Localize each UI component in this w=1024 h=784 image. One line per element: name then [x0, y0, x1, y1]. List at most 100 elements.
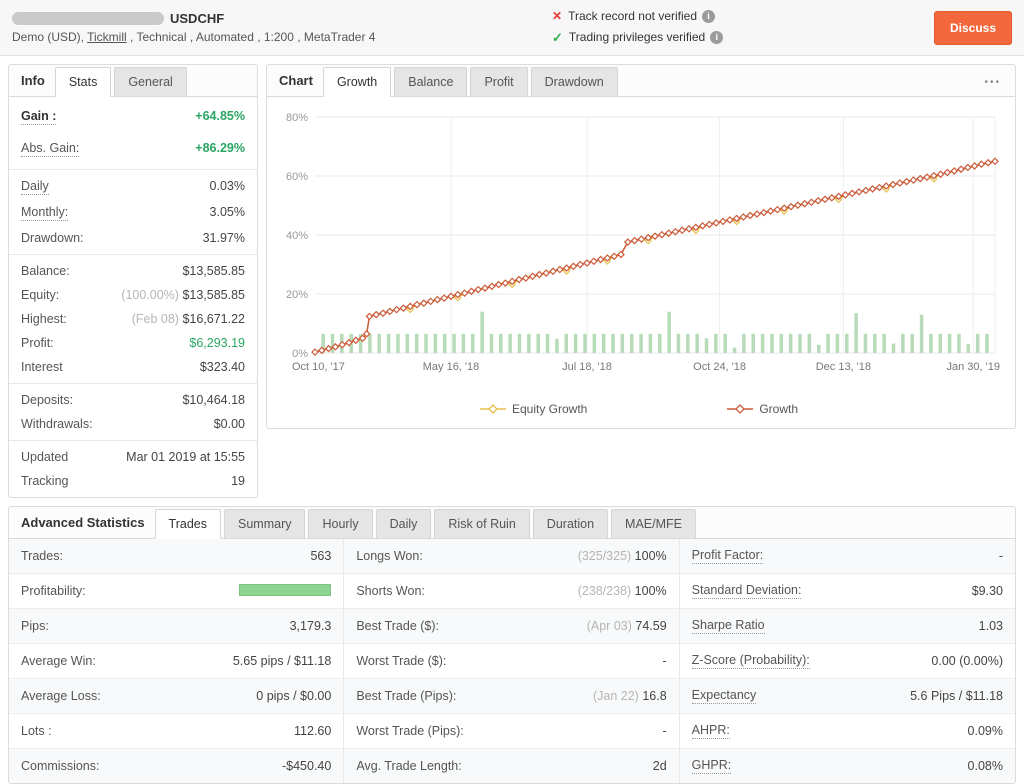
stat-cell-expectancy: Expectancy 5.6 Pips / $11.18 — [680, 679, 1015, 713]
tab-general[interactable]: General — [114, 67, 187, 97]
tab-growth[interactable]: Growth — [322, 67, 392, 97]
stat-value: $13,585.85 — [182, 264, 245, 278]
discuss-button[interactable]: Discuss — [933, 10, 1012, 45]
stat-value: 3.05% — [210, 205, 245, 219]
account-stats-list: Gain : +64.85% Abs. Gain: +86.29% Daily 0.03%… — [9, 97, 257, 497]
stat-label: Standard Deviation: — [691, 583, 802, 599]
stat-value-main: 31.97% — [202, 231, 245, 245]
stat-label: Drawdown: — [21, 231, 84, 245]
stat-cell-average-win: Average Win: 5.65 pips / $11.18 — [9, 644, 345, 678]
stat-row-tracking: Tracking 19 — [9, 469, 257, 493]
legend-label: Equity Growth — [511, 402, 588, 416]
svg-text:60%: 60% — [286, 171, 308, 183]
stat-cell-longs-won: Longs Won: (325/325) 100% — [344, 539, 680, 573]
profitability-bar — [239, 583, 332, 596]
stat-label: Deposits: — [21, 393, 74, 407]
svg-text:Oct 24, '18: Oct 24, '18 — [693, 361, 746, 373]
stat-label: Trades: — [21, 549, 63, 563]
tab-summary[interactable]: Summary — [224, 509, 306, 539]
stat-cell-avg-trade-length: Avg. Trade Length: 2d — [344, 749, 680, 783]
stat-value-main: 74.59 — [635, 619, 667, 633]
verification-status: ✕ Track record not verified i ✓ Trading … — [552, 7, 934, 48]
growth-chart-canvas: 0% 20% 40% 60% 80% Oct 10, '17 May 16, '18 Jul … — [286, 112, 1000, 373]
stat-value: - — [999, 549, 1003, 563]
account-header: USDCHF Demo (USD), Tickmill , Technical … — [0, 0, 1024, 56]
more-options-icon[interactable]: ••• — [978, 69, 1007, 96]
chart-section-label: Chart — [279, 73, 313, 88]
stat-label: Average Win: — [21, 654, 96, 668]
stat-value: 1.03 — [979, 619, 1003, 633]
cross-icon: ✕ — [552, 8, 563, 23]
stat-cell-pips: Pips: 3,179.3 — [9, 609, 345, 643]
stat-value: 563 — [310, 549, 331, 563]
legend-item-equity-growth[interactable]: Equity Growth — [479, 402, 588, 416]
stat-value: 0.00 (0.00%) — [931, 654, 1003, 668]
stat-value-main: $9.30 — [971, 584, 1003, 598]
stat-cell-best-trade: Best Trade ($): (Apr 03) 74.59 — [344, 609, 680, 643]
stat-label: Best Trade (Pips): — [356, 689, 457, 703]
stat-value-main: 3,179.3 — [289, 619, 332, 633]
table-row: Average Win: 5.65 pips / $11.18 Worst Trad… — [9, 644, 1015, 679]
broker-link[interactable]: Tickmill — [87, 30, 127, 44]
sidebar-section-label: Info — [21, 73, 45, 88]
stat-row-interest: Interest $323.40 — [9, 355, 257, 379]
info-icon[interactable]: i — [710, 30, 724, 44]
stat-label: Daily — [21, 179, 49, 195]
stat-value: +86.29% — [195, 141, 245, 155]
tab-duration[interactable]: Duration — [532, 509, 609, 539]
table-row: Pips: 3,179.3 Best Trade ($): (Apr 03) 74.5… — [9, 609, 1015, 644]
info-icon[interactable]: i — [702, 10, 715, 24]
svg-text:40%: 40% — [286, 230, 308, 242]
stat-value-main: 0.00 (0.00%) — [931, 654, 1003, 668]
stat-cell-best-trade-pips: Best Trade (Pips): (Jan 22) 16.8 — [344, 679, 680, 713]
stat-group: Balance: $13,585.85 Equity: (100.00%) $13,5… — [9, 255, 257, 384]
table-row: Trades: 563 Longs Won: (325/325) 100% Profit… — [9, 539, 1015, 574]
stat-group: Deposits: $10,464.18 Withdrawals: $0.00 — [9, 384, 257, 441]
stat-value-prefix: (100.00%) — [121, 288, 183, 302]
tab-daily[interactable]: Daily — [375, 509, 432, 539]
stat-label: Commissions: — [21, 759, 100, 773]
stat-value-main: 3.05% — [209, 205, 245, 219]
svg-text:20%: 20% — [286, 289, 308, 301]
stat-cell-worst-trade-pips: Worst Trade (Pips): - — [344, 714, 680, 748]
stat-value-main: - — [998, 549, 1003, 563]
svg-text:Jan 30, '19: Jan 30, '19 — [946, 361, 999, 373]
tab-balance[interactable]: Balance — [394, 67, 468, 97]
svg-text:Oct 10, '17: Oct 10, '17 — [292, 361, 345, 373]
stat-value: 2d — [653, 759, 667, 773]
stat-value-main: 100% — [634, 584, 667, 598]
stat-row-abs-gain: Abs. Gain: +86.29% — [9, 133, 257, 165]
stat-value: - — [662, 654, 666, 668]
chart-panel: Chart Growth Balance Profit Drawdown ••• 0%… — [266, 64, 1016, 429]
stat-value-main: $323.40 — [199, 360, 245, 374]
stat-label: Monthly: — [21, 205, 69, 221]
stat-row-monthly: Monthly: 3.05% — [9, 200, 257, 226]
stat-value: $10,464.18 — [182, 393, 245, 407]
stat-label: Tracking — [21, 474, 69, 488]
stat-label: Equity: — [21, 288, 60, 302]
stat-value-main: 112.60 — [294, 724, 332, 738]
svg-text:May 16, '18: May 16, '18 — [423, 361, 480, 373]
legend-item-growth[interactable]: Growth — [727, 402, 798, 416]
stat-value: 0.09% — [968, 724, 1003, 738]
tab-mae-mfe[interactable]: MAE/MFE — [611, 509, 696, 539]
stat-value-main: 0.03% — [209, 179, 245, 193]
tab-stats[interactable]: Stats — [54, 67, 112, 97]
stat-value-main: 100% — [634, 549, 667, 563]
stat-cell-profitability: Profitability: — [9, 574, 345, 608]
tab-profit[interactable]: Profit — [470, 67, 528, 97]
stat-value — [239, 583, 332, 599]
privileges-label: Trading privileges verified — [568, 29, 706, 44]
stat-label: Average Loss: — [21, 689, 101, 703]
stat-value-main: 5.65 pips / $11.18 — [232, 654, 332, 668]
stat-value-main: $10,464.18 — [182, 393, 245, 407]
stat-label: Withdrawals: — [21, 417, 93, 431]
tab-risk-of-ruin[interactable]: Risk of Ruin — [434, 509, 530, 539]
tab-hourly[interactable]: Hourly — [308, 509, 373, 539]
tab-trades[interactable]: Trades — [154, 509, 221, 539]
stat-label: Abs. Gain: — [21, 141, 80, 157]
stat-row-drawdown: Drawdown: 31.97% — [9, 226, 257, 250]
tab-drawdown[interactable]: Drawdown — [530, 67, 618, 97]
stat-value-main: 563 — [310, 549, 332, 563]
stat-value: 5.65 pips / $11.18 — [233, 654, 331, 668]
